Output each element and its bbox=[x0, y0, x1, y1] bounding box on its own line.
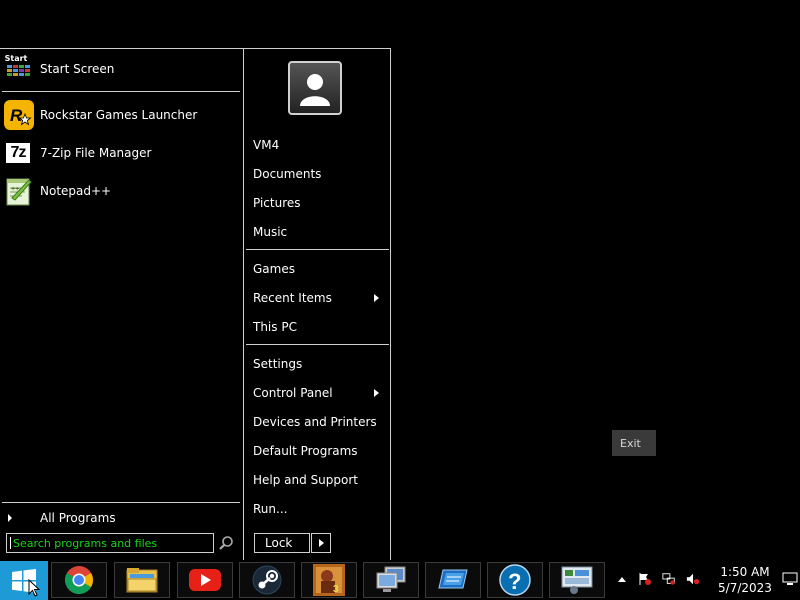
start-menu-left-pane: Start Start Screen R Rockstar Games Laun… bbox=[0, 49, 242, 561]
svg-text:3: 3 bbox=[333, 584, 339, 595]
start-screen-item[interactable]: Start Start Screen bbox=[0, 51, 240, 87]
start-button[interactable] bbox=[0, 561, 48, 600]
games-item[interactable]: Games bbox=[253, 257, 383, 281]
file-explorer-icon bbox=[126, 568, 158, 593]
mouse-cursor-icon bbox=[28, 579, 40, 597]
help-and-support-item[interactable]: Help and Support bbox=[253, 468, 383, 492]
pc-app-icon bbox=[438, 569, 468, 589]
taskbar-game-app-button[interactable]: 3 bbox=[301, 562, 357, 598]
game-app-icon: 3 bbox=[313, 564, 345, 596]
exit-label: Exit bbox=[620, 436, 641, 450]
divider bbox=[246, 344, 389, 345]
lock-options-button[interactable] bbox=[311, 533, 331, 553]
taskbar-control-panel-button[interactable] bbox=[549, 562, 605, 598]
program-label-7zip: 7-Zip File Manager bbox=[40, 146, 152, 160]
help-icon: ? bbox=[499, 564, 531, 596]
divider bbox=[246, 249, 389, 250]
run-label: Run... bbox=[253, 502, 288, 516]
chevron-right-icon bbox=[374, 294, 379, 302]
chrome-icon bbox=[65, 566, 93, 594]
search-icon[interactable] bbox=[218, 535, 234, 551]
start-screen-label: Start Screen bbox=[40, 62, 115, 76]
control-panel-item[interactable]: Control Panel bbox=[253, 381, 383, 405]
all-programs-item[interactable]: All Programs bbox=[0, 507, 240, 529]
music-item[interactable]: Music bbox=[253, 220, 383, 244]
chevron-right-icon bbox=[319, 539, 324, 547]
svg-text:++: ++ bbox=[11, 186, 19, 193]
games-label: Games bbox=[253, 262, 295, 276]
user-icon bbox=[300, 74, 330, 106]
clock-date: 5/7/2023 bbox=[718, 581, 772, 595]
search-text-cursor bbox=[10, 537, 11, 549]
lock-label: Lock bbox=[265, 536, 293, 550]
documents-item[interactable]: Documents bbox=[253, 162, 383, 186]
youtube-icon bbox=[189, 569, 221, 591]
help-and-support-label: Help and Support bbox=[253, 473, 358, 487]
program-item-notepad-plus-plus[interactable]: ++ Notepad++ bbox=[0, 173, 240, 209]
network-icon[interactable] bbox=[662, 572, 676, 586]
remote-desktop-icon bbox=[376, 566, 406, 592]
taskbar-help-button[interactable]: ? bbox=[487, 562, 543, 598]
program-label-rockstar: Rockstar Games Launcher bbox=[40, 108, 198, 122]
taskbar-pc-app-button[interactable] bbox=[425, 562, 481, 598]
7zip-icon: 7z bbox=[4, 141, 32, 165]
taskbar-chrome-button[interactable] bbox=[51, 562, 107, 598]
taskbar-remote-desktop-button[interactable] bbox=[363, 562, 419, 598]
recent-items-label: Recent Items bbox=[253, 291, 332, 305]
user-name-item[interactable]: VM4 bbox=[253, 133, 383, 157]
clock-time: 1:50 AM bbox=[720, 565, 770, 579]
all-programs-label: All Programs bbox=[40, 511, 116, 525]
flag-warning-icon[interactable] bbox=[638, 572, 652, 586]
run-item[interactable]: Run... bbox=[253, 497, 383, 521]
settings-label: Settings bbox=[253, 357, 303, 371]
show-hidden-icons-button[interactable] bbox=[618, 577, 626, 582]
exit-button[interactable]: Exit bbox=[612, 430, 656, 456]
taskbar: 3 ? 1:50 AM 5/7/2023 bbox=[0, 560, 800, 600]
taskbar-file-explorer-button[interactable] bbox=[114, 562, 170, 598]
notepad-plus-plus-icon: ++ bbox=[4, 176, 34, 206]
search-placeholder: Search programs and files bbox=[13, 536, 158, 550]
start-menu-right-pane: VM4 Documents Pictures Music Games Recen… bbox=[243, 49, 391, 561]
clock[interactable]: 1:50 AM 5/7/2023 bbox=[712, 564, 778, 596]
pictures-item[interactable]: Pictures bbox=[253, 191, 383, 215]
monitor-icon bbox=[782, 572, 798, 585]
start-screen-icon-text: Start bbox=[4, 54, 28, 63]
volume-muted-icon[interactable] bbox=[686, 572, 700, 586]
settings-item[interactable]: Settings bbox=[253, 352, 383, 376]
rockstar-icon: R bbox=[4, 100, 34, 130]
devices-and-printers-label: Devices and Printers bbox=[253, 415, 377, 429]
show-desktop-button[interactable] bbox=[782, 572, 798, 586]
search-input[interactable]: Search programs and files bbox=[6, 533, 214, 553]
7zip-icon-text: 7z bbox=[10, 144, 27, 161]
default-programs-label: Default Programs bbox=[253, 444, 358, 458]
pictures-label: Pictures bbox=[253, 196, 301, 210]
start-menu: Start Start Screen R Rockstar Games Laun… bbox=[0, 48, 391, 561]
user-avatar[interactable] bbox=[288, 61, 342, 115]
default-programs-item[interactable]: Default Programs bbox=[253, 439, 383, 463]
taskbar-steam-button[interactable] bbox=[239, 562, 295, 598]
user-name-label: VM4 bbox=[253, 138, 280, 152]
taskbar-youtube-button[interactable] bbox=[177, 562, 233, 598]
divider bbox=[2, 91, 240, 92]
chevron-right-icon bbox=[8, 514, 12, 522]
svg-text:?: ? bbox=[508, 569, 521, 594]
svg-text:R: R bbox=[10, 106, 23, 125]
documents-label: Documents bbox=[253, 167, 322, 181]
program-item-rockstar[interactable]: R Rockstar Games Launcher bbox=[0, 97, 240, 133]
control-panel-icon bbox=[561, 566, 593, 594]
devices-and-printers-item[interactable]: Devices and Printers bbox=[253, 410, 383, 434]
this-pc-item[interactable]: This PC bbox=[253, 315, 383, 339]
start-screen-icon: Start bbox=[4, 54, 34, 84]
divider bbox=[2, 502, 240, 503]
lock-button[interactable]: Lock bbox=[254, 533, 310, 553]
program-item-7zip[interactable]: 7z 7-Zip File Manager bbox=[0, 135, 240, 171]
this-pc-label: This PC bbox=[253, 320, 297, 334]
recent-items-item[interactable]: Recent Items bbox=[253, 286, 383, 310]
program-label-notepad-plus-plus: Notepad++ bbox=[40, 184, 112, 198]
control-panel-label: Control Panel bbox=[253, 386, 333, 400]
steam-icon bbox=[252, 565, 282, 595]
music-label: Music bbox=[253, 225, 288, 239]
chevron-right-icon bbox=[374, 389, 379, 397]
